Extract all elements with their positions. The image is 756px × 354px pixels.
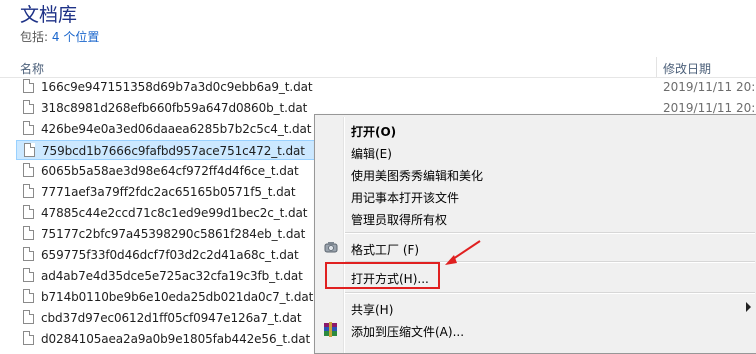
menu-item-label: 添加到压缩文件(A)... (351, 325, 465, 339)
library-title: 文档库 (20, 4, 78, 26)
file-modified-date: 2019/11/11 20:5 (663, 80, 756, 94)
menu-item-format-factory[interactable]: 格式工厂 (F) (317, 237, 756, 258)
file-name: cbd37d97ec0612d1ff05cf0947e126a7_t.dat (41, 311, 302, 325)
menu-item-add-to-archive[interactable]: 添加到压缩文件(A)... (317, 319, 756, 340)
file-name: 166c9e947151358d69b7a3d0c9ebb6a9_t.dat (41, 80, 313, 94)
context-menu: 打开(O) 编辑(E) 使用美图秀秀编辑和美化 用记事本打开该文件 管理员取得所… (314, 114, 756, 354)
file-name: 6065b5a58ae3d98e64cf972ff4d4f6ce_t.dat (41, 164, 299, 178)
annotation-arrow-icon (445, 240, 481, 265)
file-icon (23, 331, 34, 345)
winrar-icon (324, 322, 337, 337)
column-header: 名称 修改日期 (0, 57, 756, 78)
library-header: 文档库 包括: 4 个位置 (0, 0, 756, 52)
file-row-selected[interactable]: 759bcd1b7666c9fafbd957ace751c472_t.dat (16, 140, 316, 160)
menu-item-label: 管理员取得所有权 (351, 213, 448, 227)
menu-item-share[interactable]: 共享(H) (317, 297, 756, 318)
file-name: b714b0110be9b6e10eda25db021da0c7_t.dat (41, 290, 314, 304)
file-name: d0284105aea2a9a0b9e1805fab442e56_t.dat (41, 332, 311, 346)
file-name: 426be94e0a3ed06daaea6285b7b2c5c4_t.dat (41, 122, 312, 136)
file-name: 759bcd1b7666c9fafbd957ace751c472_t.dat (42, 144, 305, 158)
menu-item-label: 使用美图秀秀编辑和美化 (351, 169, 484, 183)
file-row[interactable]: 166c9e947151358d69b7a3d0c9ebb6a9_t.dat 20… (16, 77, 756, 97)
file-icon (24, 143, 35, 157)
menu-item-label: 格式工厂 (F) (351, 243, 420, 257)
menu-item-meitu-edit[interactable]: 使用美图秀秀编辑和美化 (317, 163, 756, 184)
file-name: 318c8981d268efb660fb59a647d0860b_t.dat (41, 101, 308, 115)
file-icon (23, 79, 34, 93)
menu-item-label: 用记事本打开该文件 (351, 191, 460, 205)
column-date-header[interactable]: 修改日期 (663, 60, 711, 77)
file-icon (23, 310, 34, 324)
file-icon (23, 121, 34, 135)
library-includes: 包括: 4 个位置 (20, 30, 99, 44)
file-icon (23, 205, 34, 219)
file-name: 47885c44e2ccd71c8c1ed9e99d1bec2c_t.dat (41, 206, 308, 220)
file-icon (23, 247, 34, 261)
file-icon (23, 268, 34, 282)
file-icon (23, 289, 34, 303)
menu-item-edit[interactable]: 编辑(E) (317, 141, 756, 162)
file-name: ad4ab7e4d35dce5e725ac32cfa19c3fb_t.dat (41, 269, 303, 283)
annotation-highlight-box (325, 262, 440, 289)
file-icon (23, 226, 34, 240)
file-name: 75177c2bfc97a45398290c5861f284eb_t.dat (41, 227, 306, 241)
includes-label: 包括: (20, 30, 49, 44)
file-icon (23, 100, 34, 114)
menu-separator (345, 292, 755, 294)
includes-locations-link[interactable]: 4 个位置 (52, 30, 99, 44)
column-separator[interactable] (656, 57, 657, 77)
file-modified-date: 2019/11/11 20:5 (663, 101, 756, 115)
file-icon (23, 184, 34, 198)
submenu-arrow-icon (746, 302, 751, 312)
menu-item-open[interactable]: 打开(O) (317, 119, 756, 140)
menu-item-label: 打开(O) (351, 125, 397, 139)
menu-item-label: 编辑(E) (351, 147, 392, 161)
file-icon (23, 163, 34, 177)
file-name: 7771aef3a79ff2fdc2ac65165b0571f5_t.dat (41, 185, 296, 199)
menu-item-open-notepad[interactable]: 用记事本打开该文件 (317, 185, 756, 206)
menu-item-label: 共享(H) (351, 303, 394, 317)
format-factory-icon (324, 242, 338, 253)
column-name-header[interactable]: 名称 (20, 60, 44, 77)
menu-separator (345, 232, 755, 234)
menu-item-take-ownership[interactable]: 管理员取得所有权 (317, 207, 756, 228)
file-name: 659775f33f0d46dcf7f03d2c2d41a68c_t.dat (41, 248, 299, 262)
